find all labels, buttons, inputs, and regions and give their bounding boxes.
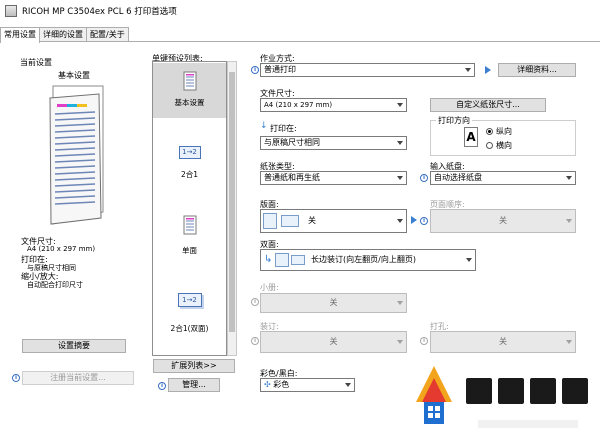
print-on-arrow-icon: ↓ [260,121,268,131]
site-watermark-logo [408,362,598,432]
two-in-one-duplex-icon: 1→2 [177,293,202,307]
duplex-value: 长边装订(向左翻页/向上翻页) [311,255,416,264]
booklet-value: 关 [329,298,338,307]
play-arrow-icon [485,66,491,74]
input-tray-value: 自动选择纸盘 [434,173,482,182]
orientation-label: 打印方向 [436,115,472,126]
preset-item-2in1-duplex[interactable]: 1→2 2合1(双面) [153,293,226,343]
info-icon[interactable]: i [251,66,259,74]
punch-select[interactable]: 关 [430,331,576,353]
orientation-landscape-label: 横向 [496,141,512,150]
chevron-down-icon [397,340,403,344]
page-order-select[interactable]: 关 [430,209,576,233]
preset-label-basic: 基本设置 [174,98,205,107]
info-icon[interactable]: i [420,337,428,345]
print-on-label: 打印在: [270,124,297,133]
register-current-settings-button[interactable]: 注册当前设置... [22,371,134,385]
staple-value: 关 [329,337,338,346]
two-in-one-icon: 1→2 [178,146,201,159]
printer-app-icon [5,5,17,17]
orientation-page-icon: A [464,127,478,147]
booklet-label: 小册: [260,283,279,292]
layout-value: 关 [308,216,316,225]
orientation-portrait-radio[interactable] [486,128,493,135]
current-settings-name: 基本设置 [58,71,90,80]
preset-label-2in1: 2合1 [180,170,199,179]
preset-label-2in1-duplex: 2合1(双面) [170,324,209,333]
current-settings-heading: 当前设置 [20,58,52,67]
duplex-select[interactable]: ↳ 长边装订(向左翻页/向上翻页) [260,249,476,271]
expand-list-button[interactable]: 扩展列表>> [153,359,235,373]
preset-list: 基本设置 1→2 2合1 单面 1→2 2合1(双面) [152,61,227,356]
duplex-arrow-icon: ↳ [264,254,273,265]
preset-list-scrollbar[interactable] [227,61,237,356]
document-size-select[interactable]: A4 (210 x 297 mm) [260,98,407,112]
punch-value: 关 [499,337,507,346]
settings-summary-button[interactable]: 设置摘要 [22,339,126,353]
booklet-select[interactable]: 关 [260,293,407,313]
single-page-icon [263,213,277,229]
play-arrow-icon [411,216,417,224]
chevron-down-icon [397,301,403,305]
summary-zoom-value: 自动配合打印尺寸 [27,281,83,289]
tab-strip: 常用设置 详细的设置 配置/关于 [0,27,129,43]
title-bar: RICOH MP C3504ex PCL 6 打印首选项 [0,0,600,22]
chevron-down-icon [566,340,572,344]
color-mode-select[interactable]: ✣ 彩色 [260,378,355,392]
preset-item-basic[interactable]: 基本设置 [153,63,226,118]
paper-type-value: 普通纸和再生纸 [264,173,320,182]
info-icon[interactable]: i [251,298,259,306]
preset-label-single-sided: 单面 [182,246,197,255]
job-type-value: 普通打印 [264,65,296,74]
landscape-page-icon [281,215,299,227]
chevron-down-icon [397,219,403,223]
orientation-portrait-label: 纵向 [496,127,512,136]
orientation-landscape-radio[interactable] [486,142,493,149]
details-button[interactable]: 详细资料... [498,63,576,77]
chevron-down-icon [566,176,572,180]
info-icon[interactable]: i [12,374,20,382]
chevron-down-icon [466,258,472,262]
layout-select[interactable]: 关 [260,209,407,233]
chevron-down-icon [397,103,403,107]
duplex-page-icon [275,253,289,267]
chevron-down-icon [566,219,572,223]
paper-type-select[interactable]: 普通纸和再生纸 [260,171,407,185]
job-type-select[interactable]: 普通打印 [260,63,475,77]
document-size-value: A4 (210 x 297 mm) [264,101,333,109]
print-on-select[interactable]: 与原稿尺寸相同 [260,136,407,150]
preset-item-2in1[interactable]: 1→2 2合1 [153,146,226,196]
info-icon[interactable]: i [420,217,428,225]
tab-common-settings[interactable]: 常用设置 [0,27,40,43]
input-tray-select[interactable]: 自动选择纸盘 [430,171,576,185]
info-icon[interactable]: i [420,174,428,182]
custom-paper-size-button[interactable]: 自定义纸张尺寸... [430,98,546,112]
info-icon[interactable]: i [251,337,259,345]
color-mode-value: 彩色 [273,380,290,389]
document-preview [47,84,105,226]
window-title: RICOH MP C3504ex PCL 6 打印首选项 [22,7,177,17]
staple-select[interactable]: 关 [260,331,407,353]
chevron-down-icon [345,383,351,387]
document-icon [183,215,196,235]
chevron-down-icon [465,68,471,72]
color-palette-icon: ✣ [264,380,271,389]
page-order-value: 关 [499,216,507,225]
scrollbar-thumb[interactable] [229,72,235,332]
chevron-down-icon [397,141,403,145]
preset-item-single-sided[interactable]: 单面 [153,215,226,265]
manage-button[interactable]: 管理... [168,378,220,392]
summary-paper-size-value: A4 (210 x 297 mm) [27,245,96,253]
print-on-value: 与原稿尺寸相同 [264,138,320,147]
duplex-page-back-icon [291,255,305,265]
tab-config-about[interactable]: 配置/关于 [86,27,129,42]
document-icon [183,71,196,91]
tab-detailed-settings[interactable]: 详细的设置 [39,27,87,42]
info-icon[interactable]: i [158,382,166,390]
chevron-down-icon [397,176,403,180]
